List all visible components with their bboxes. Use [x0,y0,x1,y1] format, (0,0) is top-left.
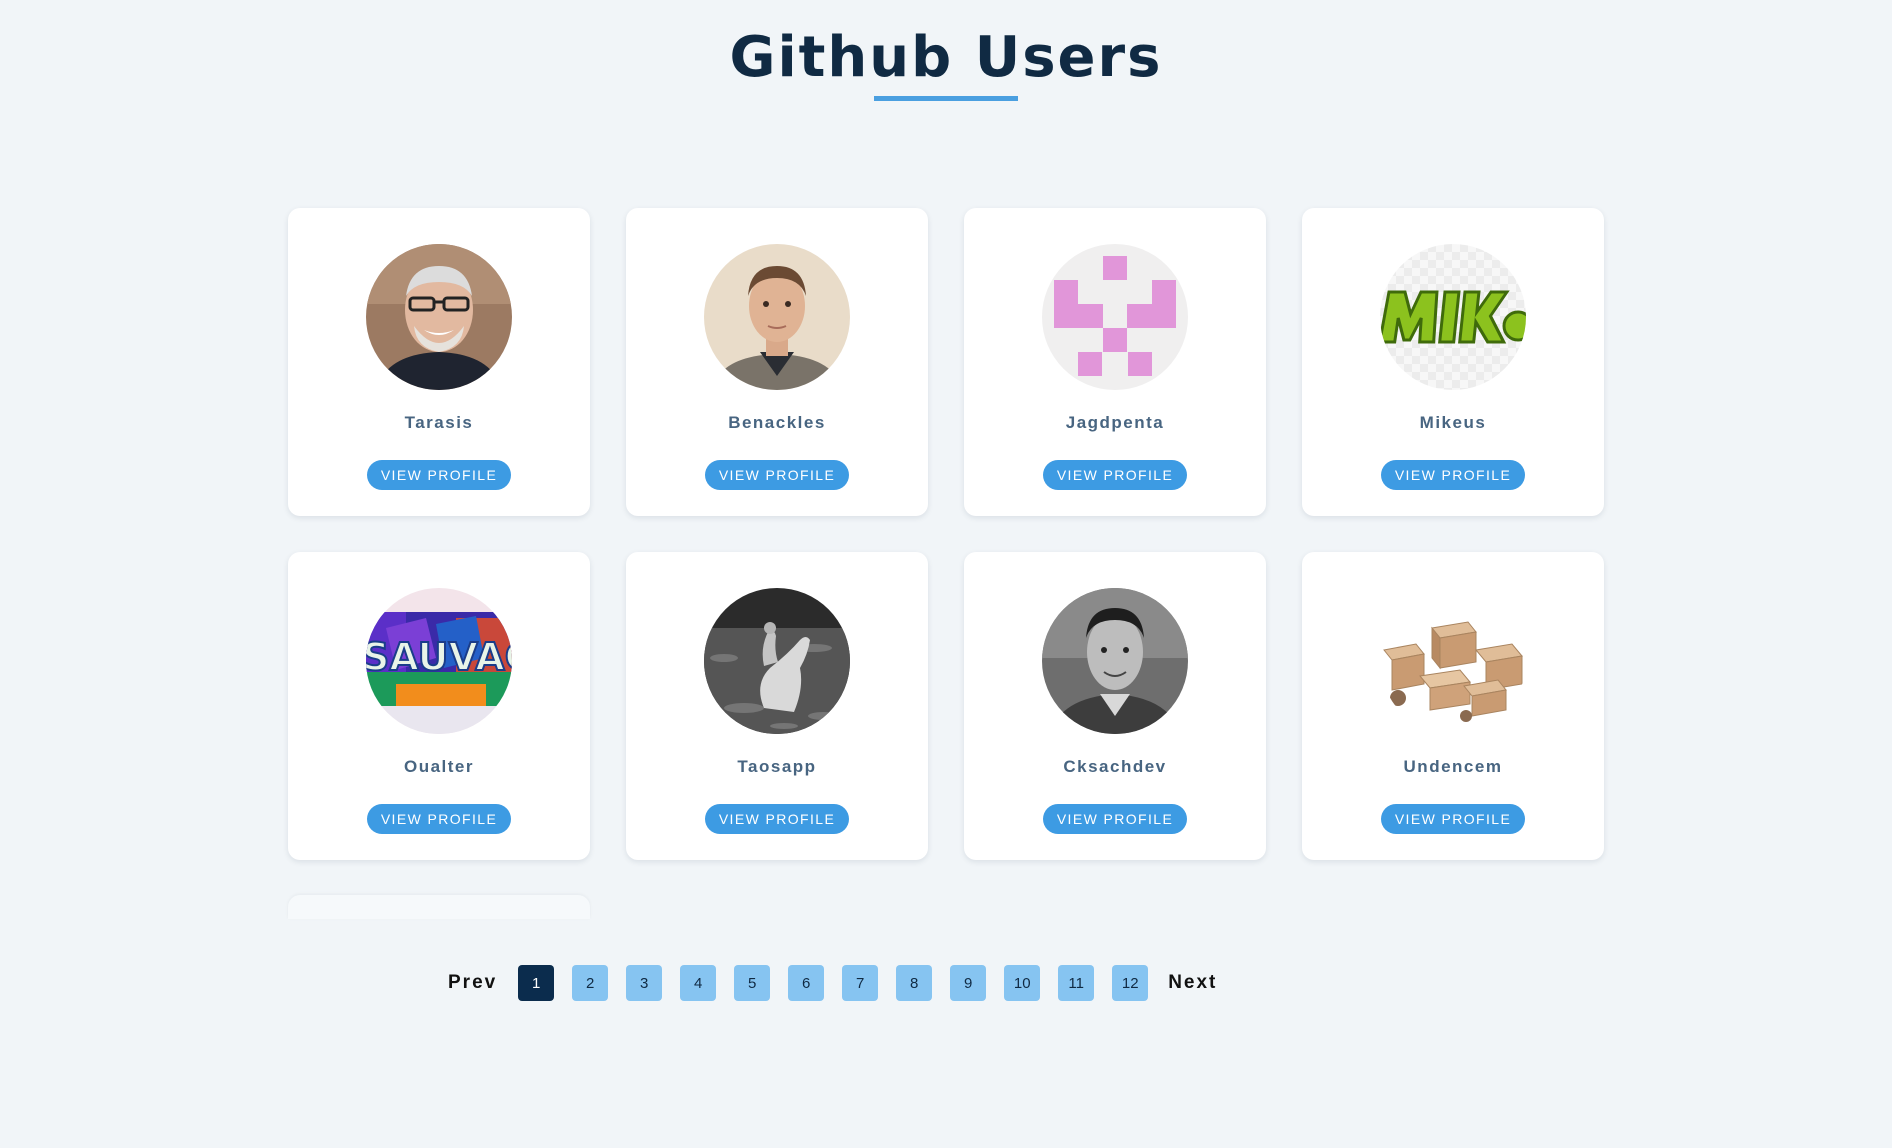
page-button-5[interactable]: 5 [734,965,771,1001]
view-profile-button[interactable]: View Profile [366,460,512,490]
user-card: Cksachdev View Profile [964,552,1266,860]
page-button-7[interactable]: 7 [842,965,879,1001]
username: Cksachdev [1063,757,1167,776]
avatar-sauvage-graffiti-image: SAUVAG [366,588,512,734]
avatar-identicon-image [1042,244,1188,390]
user-avatar [366,244,512,390]
page-button-9[interactable]: 9 [950,965,987,1001]
avatar-older-man-image [366,244,512,390]
page-title: Github Users [729,25,1163,90]
page-button-11[interactable]: 11 [1058,965,1095,1001]
page-button-1[interactable]: 1 [518,965,555,1001]
user-avatar [704,588,850,734]
pagination: Prev 1 2 3 4 5 6 7 8 9 10 11 12 Next [448,965,1217,1001]
username: Tarasis [404,413,474,432]
next-page-button[interactable]: Next [1168,972,1217,994]
partially-visible-card [288,895,590,919]
page-buttons: 1 2 3 4 5 6 7 8 9 10 11 12 [518,965,1149,1001]
user-card: SAUVAG Oualter View Profile [288,552,590,860]
username: Benackles [728,413,826,432]
page-button-12[interactable]: 12 [1112,965,1149,1001]
user-avatar [1380,588,1526,734]
users-grid: Tarasis View Profile Benackles View [288,208,1604,860]
user-avatar: SAUVAG [366,588,512,734]
page-button-3[interactable]: 3 [626,965,663,1001]
user-card: Jagdpenta View Profile [964,208,1266,516]
username: Jagdpenta [1065,413,1165,432]
username: Taosapp [737,757,817,776]
github-users-page: Github Users Tarasis Vi [0,0,1892,1148]
view-profile-button[interactable]: View Profile [704,804,850,834]
page-button-2[interactable]: 2 [572,965,609,1001]
prev-page-button[interactable]: Prev [448,972,497,994]
user-avatar [1042,588,1188,734]
user-card: Benackles View Profile [626,208,928,516]
user-avatar [704,244,850,390]
avatar-cardboard-boxes-image [1380,588,1526,734]
page-button-4[interactable]: 4 [680,965,717,1001]
username: Undencem [1403,757,1503,776]
title-underline [874,96,1018,101]
view-profile-button[interactable]: View Profile [704,460,850,490]
svg-text:SAUVAG: SAUVAG [366,635,512,679]
user-avatar [1380,244,1526,390]
username: Mikeus [1419,413,1487,432]
header: Github Users [0,22,1892,101]
view-profile-button[interactable]: View Profile [1042,460,1188,490]
avatar-horse-rider-image [704,588,850,734]
username: Oualter [403,757,475,776]
view-profile-button[interactable]: View Profile [1380,804,1526,834]
view-profile-button[interactable]: View Profile [366,804,512,834]
view-profile-button[interactable]: View Profile [1380,460,1526,490]
view-profile-button[interactable]: View Profile [1042,804,1188,834]
page-button-10[interactable]: 10 [1004,965,1041,1001]
user-card: Taosapp View Profile [626,552,928,860]
user-card: Tarasis View Profile [288,208,590,516]
user-card: Undencem View Profile [1302,552,1604,860]
avatar-mike-logo-image [1380,244,1526,390]
avatar-young-man-image [704,244,850,390]
page-button-6[interactable]: 6 [788,965,825,1001]
page-button-8[interactable]: 8 [896,965,933,1001]
user-avatar [1042,244,1188,390]
user-card: Mikeus View Profile [1302,208,1604,516]
avatar-bw-man-image [1042,588,1188,734]
